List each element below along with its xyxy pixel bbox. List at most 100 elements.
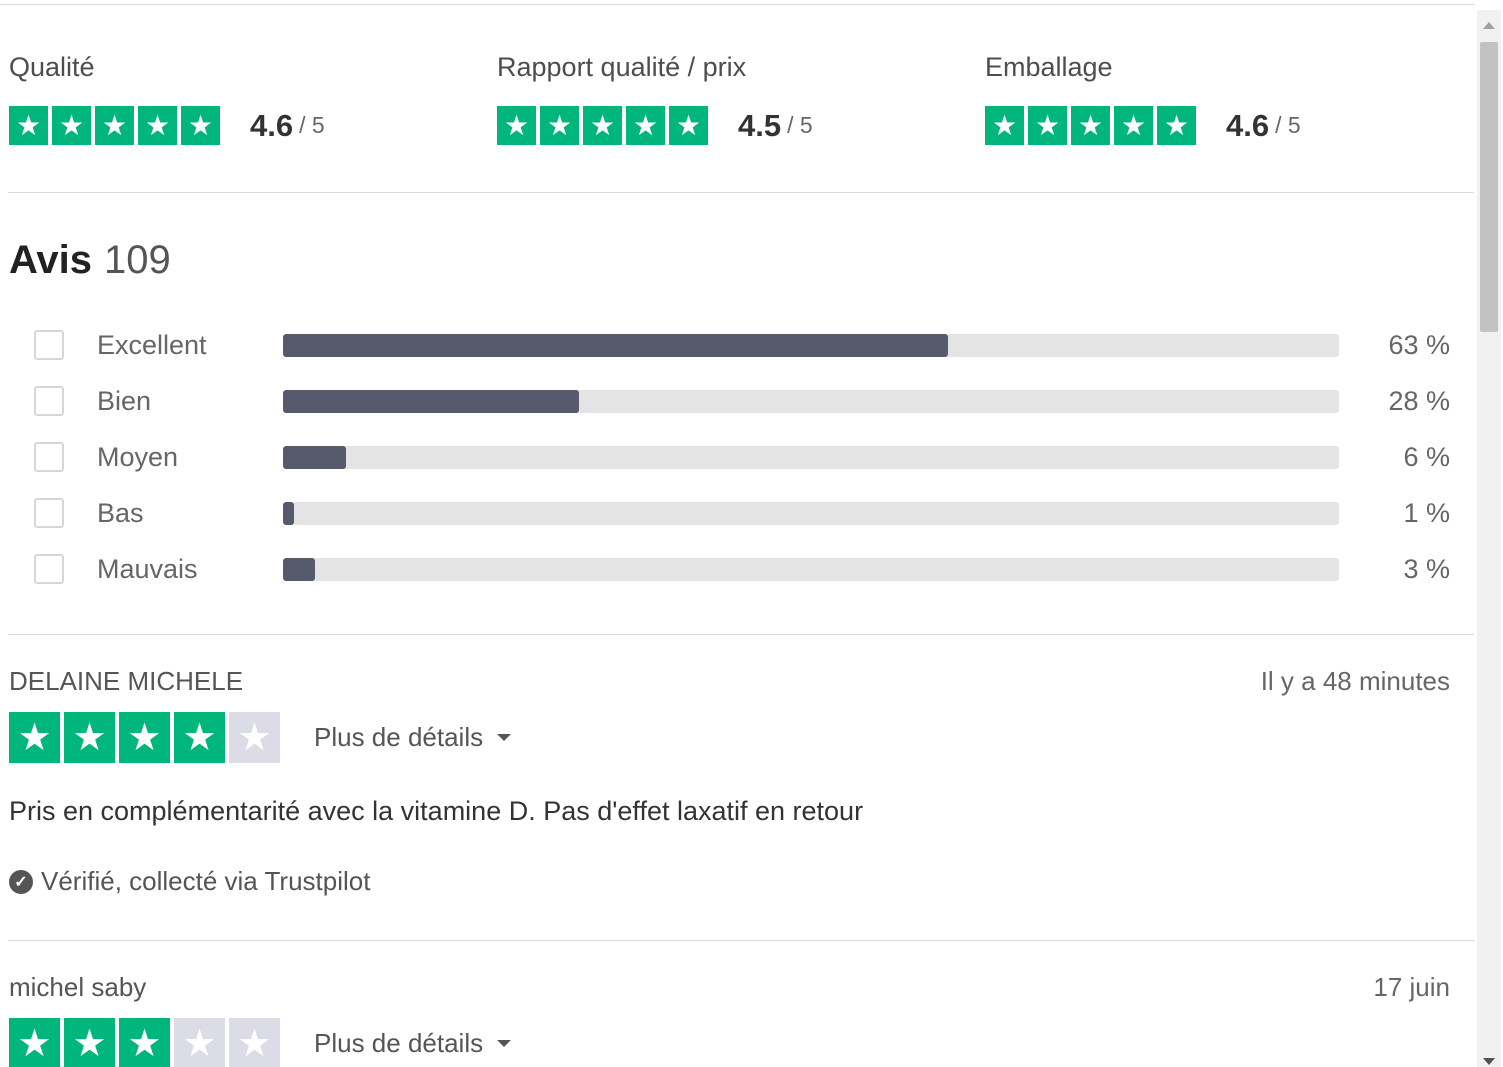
star-icon: ★: [64, 712, 115, 763]
star-icon: ★: [9, 1018, 60, 1067]
reviewer-name[interactable]: michel saby: [9, 972, 146, 1003]
rating-percent: 3 %: [1403, 554, 1450, 584]
star-icon: ★: [52, 106, 91, 145]
rating-bar-track: [283, 558, 1339, 581]
category-score-max: / 5: [299, 112, 325, 138]
rating-filter-mauvais[interactable]: Mauvais 3 %: [0, 550, 1474, 590]
reviews-page: Qualité ★ ★ ★ ★ ★ 4.6 / 5 Rapport qualit…: [0, 0, 1503, 1067]
section-divider: [8, 192, 1474, 193]
section-divider: [8, 940, 1474, 941]
category-score: 4.6: [250, 107, 294, 143]
rating-bar-track: [283, 390, 1339, 413]
filter-checkbox[interactable]: [34, 386, 64, 416]
category-label: Emballage: [985, 52, 1113, 82]
rating-bar-fill: [283, 446, 347, 469]
more-details-button[interactable]: Plus de détails: [314, 722, 512, 753]
reviews-count: 109: [104, 238, 171, 282]
category-score-max: / 5: [1275, 112, 1301, 138]
rating-percent: 1 %: [1403, 498, 1450, 528]
star-icon: ★: [174, 1018, 225, 1067]
rating-percent: 6 %: [1403, 442, 1450, 472]
category-stars: ★ ★ ★ ★ ★: [9, 106, 224, 145]
star-icon: ★: [985, 106, 1024, 145]
rating-percent: 63 %: [1388, 330, 1450, 360]
rating-label: Bien: [97, 386, 152, 416]
review-text: Pris en complémentarité avec la vitamine…: [9, 796, 864, 826]
review-stars: ★ ★ ★ ★ ★: [9, 1018, 284, 1067]
filter-checkbox[interactable]: [34, 498, 64, 528]
more-details-label: Plus de détails: [314, 1028, 484, 1058]
rating-filter-bas[interactable]: Bas 1 %: [0, 494, 1474, 534]
more-details-button[interactable]: Plus de détails: [314, 1028, 512, 1059]
category-score: 4.6: [1226, 107, 1270, 143]
review-card: michel saby 17 juin ★ ★ ★ ★ ★ Plus de dé…: [0, 972, 1474, 1067]
star-icon: ★: [64, 1018, 115, 1067]
star-icon: ★: [1028, 106, 1067, 145]
rating-percent: 28 %: [1388, 386, 1450, 416]
rating-bar-fill: [283, 558, 315, 581]
rating-label: Excellent: [97, 330, 207, 360]
category-stars: ★ ★ ★ ★ ★: [497, 106, 712, 145]
filter-checkbox[interactable]: [34, 442, 64, 472]
star-icon: ★: [583, 106, 622, 145]
rating-filter-bien[interactable]: Bien 28 %: [0, 382, 1474, 422]
rating-bar-fill: [283, 502, 294, 525]
rating-bar-track: [283, 334, 1339, 357]
filter-checkbox[interactable]: [34, 330, 64, 360]
section-divider: [8, 634, 1474, 635]
scroll-thumb[interactable]: [1480, 42, 1498, 332]
rating-label: Bas: [97, 498, 144, 528]
review-card: DELAINE MICHELE Il y a 48 minutes ★ ★ ★ …: [0, 666, 1474, 936]
star-icon: ★: [95, 106, 134, 145]
rating-filter-excellent[interactable]: Excellent 63 %: [0, 326, 1474, 366]
star-icon: ★: [119, 712, 170, 763]
caret-down-icon: [497, 734, 512, 741]
star-icon: ★: [497, 106, 536, 145]
category-rating-packaging: Emballage ★ ★ ★ ★ ★ 4.6 / 5: [985, 52, 1301, 145]
top-divider: [0, 4, 1474, 5]
rating-bar-fill: [283, 390, 579, 413]
rating-label: Mauvais: [97, 554, 198, 584]
scroll-down-arrow-icon[interactable]: [1483, 1058, 1495, 1065]
star-icon: ★: [9, 106, 48, 145]
star-icon: ★: [1114, 106, 1153, 145]
review-date: Il y a 48 minutes: [1260, 666, 1450, 696]
rating-bar-track: [283, 446, 1339, 469]
filter-checkbox[interactable]: [34, 554, 64, 584]
star-icon: ★: [174, 712, 225, 763]
verified-label: Vérifié, collecté via Trustpilot: [41, 866, 371, 896]
rating-bar-fill: [283, 334, 949, 357]
scrollbar[interactable]: [1477, 10, 1501, 1067]
star-icon: ★: [669, 106, 708, 145]
category-label: Qualité: [9, 52, 95, 82]
reviews-heading: Avis 109: [9, 238, 171, 283]
rating-bar-track: [283, 502, 1339, 525]
verified-badge: ✓ Vérifié, collecté via Trustpilot: [9, 866, 370, 897]
review-date: 17 juin: [1373, 972, 1450, 1002]
category-rating-quality: Qualité ★ ★ ★ ★ ★ 4.6 / 5: [9, 52, 325, 145]
star-icon: ★: [540, 106, 579, 145]
review-stars: ★ ★ ★ ★ ★: [9, 712, 284, 763]
category-rating-value: Rapport qualité / prix ★ ★ ★ ★ ★ 4.5 / 5: [497, 52, 813, 145]
category-label: Rapport qualité / prix: [497, 52, 747, 82]
caret-down-icon: [497, 1040, 512, 1047]
reviews-title: Avis: [9, 238, 93, 282]
star-icon: ★: [626, 106, 665, 145]
star-icon: ★: [138, 106, 177, 145]
rating-filter-moyen[interactable]: Moyen 6 %: [0, 438, 1474, 478]
star-icon: ★: [229, 712, 280, 763]
star-icon: ★: [119, 1018, 170, 1067]
star-icon: ★: [1157, 106, 1196, 145]
category-stars: ★ ★ ★ ★ ★: [985, 106, 1200, 145]
more-details-label: Plus de détails: [314, 722, 484, 752]
check-circle-icon: ✓: [9, 869, 33, 894]
category-score-max: / 5: [787, 112, 813, 138]
category-score: 4.5: [738, 107, 782, 143]
reviewer-name[interactable]: DELAINE MICHELE: [9, 666, 243, 697]
star-icon: ★: [181, 106, 220, 145]
rating-label: Moyen: [97, 442, 179, 472]
star-icon: ★: [229, 1018, 280, 1067]
star-icon: ★: [9, 712, 60, 763]
star-icon: ★: [1071, 106, 1110, 145]
scroll-up-arrow-icon[interactable]: [1483, 22, 1495, 29]
